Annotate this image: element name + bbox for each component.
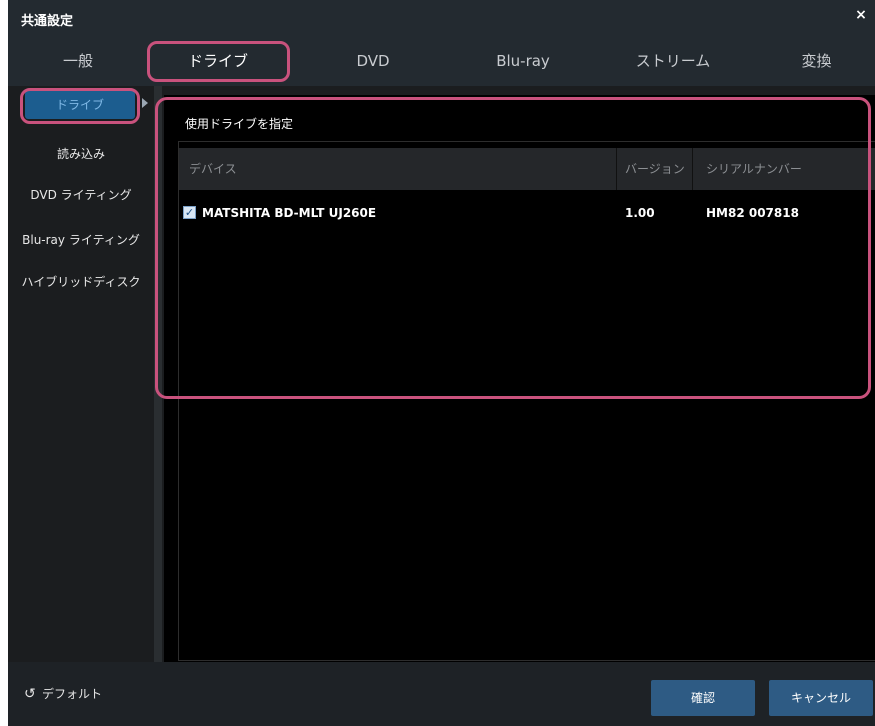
sidebar: ドライブ 読み込み DVD ライティング Blu-ray ライティング ハイブリ…	[8, 86, 154, 662]
tab-general[interactable]: 一般	[8, 36, 148, 86]
sidebar-item-drive[interactable]: ドライブ	[25, 91, 135, 119]
drive-table: デバイス バージョン シリアルナンバー ✓ MATSHITA BD-MLT UJ…	[178, 141, 875, 661]
column-divider	[692, 148, 693, 190]
close-icon[interactable]: ×	[853, 7, 869, 23]
tab-bluray[interactable]: Blu-ray	[458, 36, 588, 86]
column-header-serial[interactable]: シリアルナンバー	[706, 148, 802, 190]
column-divider	[616, 148, 617, 190]
cancel-button[interactable]: キャンセル	[769, 680, 873, 716]
table-header: デバイス バージョン シリアルナンバー	[179, 148, 875, 190]
default-label: デフォルト	[42, 687, 103, 701]
window-title: 共通設定	[21, 14, 74, 29]
title-bar: 共通設定 ×	[8, 0, 875, 36]
reset-icon: ↺	[24, 686, 36, 702]
sidebar-item-bluray-writing[interactable]: Blu-ray ライティング	[8, 225, 154, 255]
confirm-button[interactable]: 確認	[651, 680, 755, 716]
sidebar-item-reading[interactable]: 読み込み	[8, 139, 154, 169]
tab-drive-label: ドライブ	[187, 52, 248, 70]
settings-window: 共通設定 × 一般 ドライブ DVD Blu-ray ストリーム 変換 ドライブ…	[8, 0, 875, 726]
checkbox-checked-icon[interactable]: ✓	[183, 206, 196, 219]
active-tab-indicator	[178, 79, 258, 81]
tab-drive[interactable]: ドライブ	[148, 36, 288, 86]
drive-panel: 使用ドライブを指定 デバイス バージョン シリアルナンバー ✓ MATSHITA…	[164, 95, 875, 662]
section-title: 使用ドライブを指定	[185, 117, 294, 131]
sidebar-divider	[154, 86, 162, 662]
default-button[interactable]: ↺ デフォルト	[24, 684, 102, 704]
column-header-device[interactable]: デバイス	[189, 148, 237, 190]
device-version: 1.00	[625, 206, 655, 220]
sidebar-item-dvd-writing[interactable]: DVD ライティング	[8, 180, 154, 210]
device-name: MATSHITA BD-MLT UJ260E	[202, 206, 377, 220]
device-serial: HM82 007818	[706, 206, 799, 220]
tab-stream[interactable]: ストリーム	[588, 36, 758, 86]
footer: ↺ デフォルト 確認 キャンセル	[8, 662, 875, 726]
column-header-version[interactable]: バージョン	[625, 148, 685, 190]
tab-dvd[interactable]: DVD	[288, 36, 458, 86]
tab-convert[interactable]: 変換	[758, 36, 875, 86]
table-row[interactable]: ✓ MATSHITA BD-MLT UJ260E 1.00 HM82 00781…	[179, 200, 875, 226]
arrow-right-icon	[142, 98, 148, 108]
sidebar-item-hybrid-disc[interactable]: ハイブリッドディスク	[8, 267, 154, 297]
tab-bar: 一般 ドライブ DVD Blu-ray ストリーム 変換	[8, 36, 875, 86]
